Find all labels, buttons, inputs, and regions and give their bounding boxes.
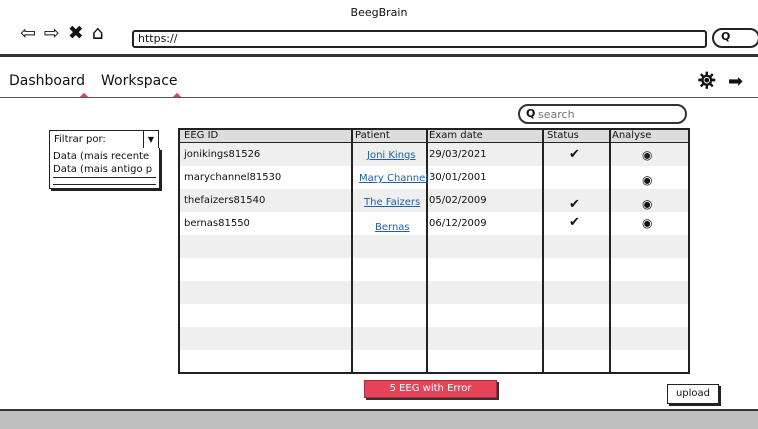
- table-row: [180, 281, 688, 304]
- browser-search-box[interactable]: Q: [712, 28, 758, 48]
- menu-dashboard-label: Dashboard: [9, 73, 85, 89]
- browser-nav: ⇦ ⇨ ✖ ⌂: [20, 22, 112, 44]
- search-icon: Q: [526, 107, 536, 120]
- filter-select[interactable]: Filtrar por: ▼: [49, 130, 159, 150]
- eeg-id-cell: thefaizers81540: [184, 195, 266, 206]
- exam-date-cell: 30/01/2001: [429, 172, 487, 183]
- search-input[interactable]: [538, 106, 673, 122]
- menu-workspace-label: Workspace: [101, 73, 178, 89]
- menu-dashboard[interactable]: Dashboard: [9, 73, 89, 102]
- search-icon: Q: [721, 30, 731, 43]
- eeg-id-cell: bernas81550: [184, 218, 250, 229]
- header-analyse[interactable]: Analyse: [612, 130, 651, 141]
- patient-link[interactable]: Joni Kings: [367, 150, 416, 161]
- eye-icon[interactable]: ◉: [642, 148, 652, 162]
- filter-option[interactable]: Data (mais antigo p: [53, 164, 157, 175]
- check-icon: ✔: [569, 197, 580, 212]
- filter-options: Data (mais recente Data (mais antigo p: [49, 148, 160, 189]
- patient-link[interactable]: The Faizers: [364, 197, 420, 208]
- table-row: [180, 304, 688, 327]
- logout-icon[interactable]: ➡: [728, 71, 743, 92]
- exam-date-cell: 06/12/2009: [429, 218, 487, 229]
- chevron-down-icon[interactable]: ▼: [143, 131, 158, 149]
- patient-link[interactable]: Bernas: [375, 222, 410, 233]
- eeg-id-cell: jonikings81526: [184, 149, 261, 160]
- user-icon[interactable]: ⛯: [698, 69, 716, 94]
- column-divider: [426, 130, 428, 372]
- header-status[interactable]: Status: [547, 130, 579, 141]
- check-icon: ✔: [569, 215, 580, 230]
- forward-arrow-icon[interactable]: ⇨: [44, 22, 64, 44]
- header-exam-date[interactable]: Exam date: [429, 130, 483, 141]
- url-bar[interactable]: https://: [132, 30, 707, 48]
- table-header: EEG ID Patient Exam date Status Analyse: [180, 130, 688, 143]
- eeg-table: EEG ID Patient Exam date Status Analyse …: [178, 128, 690, 374]
- header-patient[interactable]: Patient: [355, 130, 390, 141]
- header-divider: [0, 54, 758, 57]
- status-bar: [0, 409, 758, 429]
- check-icon: ✔: [569, 147, 580, 162]
- table-row: [180, 350, 688, 372]
- column-divider: [542, 130, 544, 372]
- filter-divider: [53, 177, 156, 185]
- home-icon[interactable]: ⌂: [92, 22, 108, 44]
- eye-icon[interactable]: ◉: [642, 197, 652, 211]
- filter-label: Filtrar por:: [54, 134, 106, 145]
- patient-link[interactable]: Mary Channel: [359, 173, 428, 184]
- close-x-icon[interactable]: ✖: [68, 22, 88, 44]
- header-eeg-id[interactable]: EEG ID: [184, 130, 218, 141]
- menu-workspace[interactable]: Workspace: [101, 73, 181, 102]
- eye-icon[interactable]: ◉: [642, 216, 652, 230]
- window-title: BeegBrain: [350, 6, 408, 19]
- error-eeg-button[interactable]: 5 EEG with Error: [364, 380, 497, 398]
- eye-icon[interactable]: ◉: [642, 173, 652, 187]
- exam-date-cell: 05/02/2009: [429, 195, 487, 206]
- table-row: [180, 327, 688, 350]
- column-divider: [351, 130, 353, 372]
- table-row: [180, 235, 688, 258]
- exam-date-cell: 29/03/2021: [429, 149, 487, 160]
- menu-divider: [0, 97, 758, 98]
- eeg-id-cell: marychannel81530: [184, 172, 282, 183]
- search-box[interactable]: Q: [518, 104, 687, 124]
- upload-button[interactable]: upload: [667, 384, 719, 404]
- column-divider: [609, 130, 611, 372]
- filter-option[interactable]: Data (mais recente: [53, 151, 157, 162]
- back-arrow-icon[interactable]: ⇦: [20, 22, 40, 44]
- table-row: [180, 258, 688, 281]
